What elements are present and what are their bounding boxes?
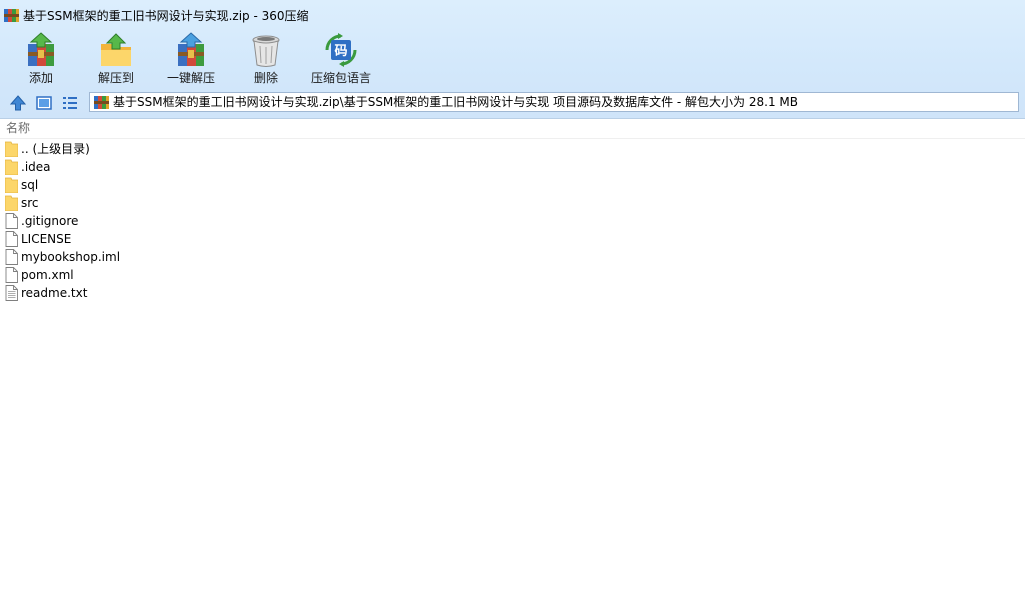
one-click-extract-icon — [178, 32, 204, 66]
archive-icon — [94, 96, 109, 109]
list-item-name: sql — [21, 178, 39, 192]
list-item-parent-dir[interactable]: .. (上级目录) — [0, 140, 400, 158]
navigation-bar: 基于SSM框架的重工旧书网设计与实现.zip\基于SSM框架的重工旧书网设计与实… — [0, 90, 1025, 116]
address-path: 基于SSM框架的重工旧书网设计与实现.zip\基于SSM框架的重工旧书网设计与实… — [113, 95, 798, 109]
list-item-file[interactable]: readme.txt — [0, 284, 400, 302]
list-item-file[interactable]: .gitignore — [0, 212, 400, 230]
list-item-folder[interactable]: sql — [0, 176, 400, 194]
address-bar[interactable]: 基于SSM框架的重工旧书网设计与实现.zip\基于SSM框架的重工旧书网设计与实… — [89, 92, 1019, 112]
list-item-name: .gitignore — [21, 214, 79, 228]
file-icon — [5, 213, 18, 229]
folder-icon — [5, 141, 18, 157]
archive-language-label: 压缩包语言 — [310, 71, 371, 85]
list-view-icon[interactable] — [61, 94, 79, 112]
list-item-name: LICENSE — [21, 232, 72, 246]
list-item-name: mybookshop.iml — [21, 250, 121, 264]
language-glyph: 码 — [334, 44, 347, 59]
extract-folder-icon — [101, 33, 131, 66]
text-file-icon — [5, 285, 18, 301]
file-list: 名称 .. (上级目录) .idea sql src .gitignore LI… — [0, 119, 1025, 591]
list-item-name: .. (上级目录) — [21, 142, 90, 156]
folder-icon — [5, 177, 18, 193]
list-item-name: readme.txt — [21, 286, 88, 300]
trash-can-icon — [252, 35, 280, 67]
one-click-extract-label: 一键解压 — [166, 71, 215, 85]
up-arrow-icon[interactable] — [9, 94, 27, 112]
archive-icon — [4, 9, 19, 22]
list-item-name: src — [21, 196, 39, 210]
column-header-bar: 名称 — [0, 119, 1025, 139]
add-archive-icon — [28, 32, 54, 66]
app-window: 基于SSM框架的重工旧书网设计与实现.zip - 360压缩 添加 解压到 一键… — [0, 0, 1025, 591]
title-bar: 基于SSM框架的重工旧书网设计与实现.zip - 360压缩 — [0, 0, 1025, 30]
delete-label: 删除 — [253, 71, 278, 85]
file-icon — [5, 267, 18, 283]
window-chrome: 基于SSM框架的重工旧书网设计与实现.zip - 360压缩 添加 解压到 一键… — [0, 0, 1025, 119]
window-title: 基于SSM框架的重工旧书网设计与实现.zip - 360压缩 — [23, 9, 309, 23]
add-label: 添加 — [28, 71, 53, 85]
extract-to-button[interactable]: 解压到 — [86, 30, 146, 88]
list-item-name: .idea — [21, 160, 51, 174]
list-item-folder[interactable]: .idea — [0, 158, 400, 176]
folder-icon — [5, 159, 18, 175]
add-button[interactable]: 添加 — [12, 30, 70, 88]
list-item-name: pom.xml — [21, 268, 74, 282]
folder-icon — [5, 195, 18, 211]
delete-button[interactable]: 删除 — [238, 30, 294, 88]
list-item-file[interactable]: pom.xml — [0, 266, 400, 284]
list-item-file[interactable]: mybookshop.iml — [0, 248, 400, 266]
list-item-file[interactable]: LICENSE — [0, 230, 400, 248]
toolbar: 添加 解压到 一键解压 删除 码 压缩包语言 — [0, 30, 1025, 88]
extract-to-label: 解压到 — [97, 71, 134, 85]
file-icon — [5, 249, 18, 265]
archive-language-button[interactable]: 码 压缩包语言 — [305, 30, 377, 88]
list-item-folder[interactable]: src — [0, 194, 400, 212]
language-code-icon: 码 — [325, 33, 357, 67]
file-icon — [5, 231, 18, 247]
column-header-name[interactable]: 名称 — [6, 121, 30, 136]
one-click-extract-button[interactable]: 一键解压 — [162, 30, 220, 88]
thumbnail-view-icon[interactable] — [35, 94, 53, 112]
